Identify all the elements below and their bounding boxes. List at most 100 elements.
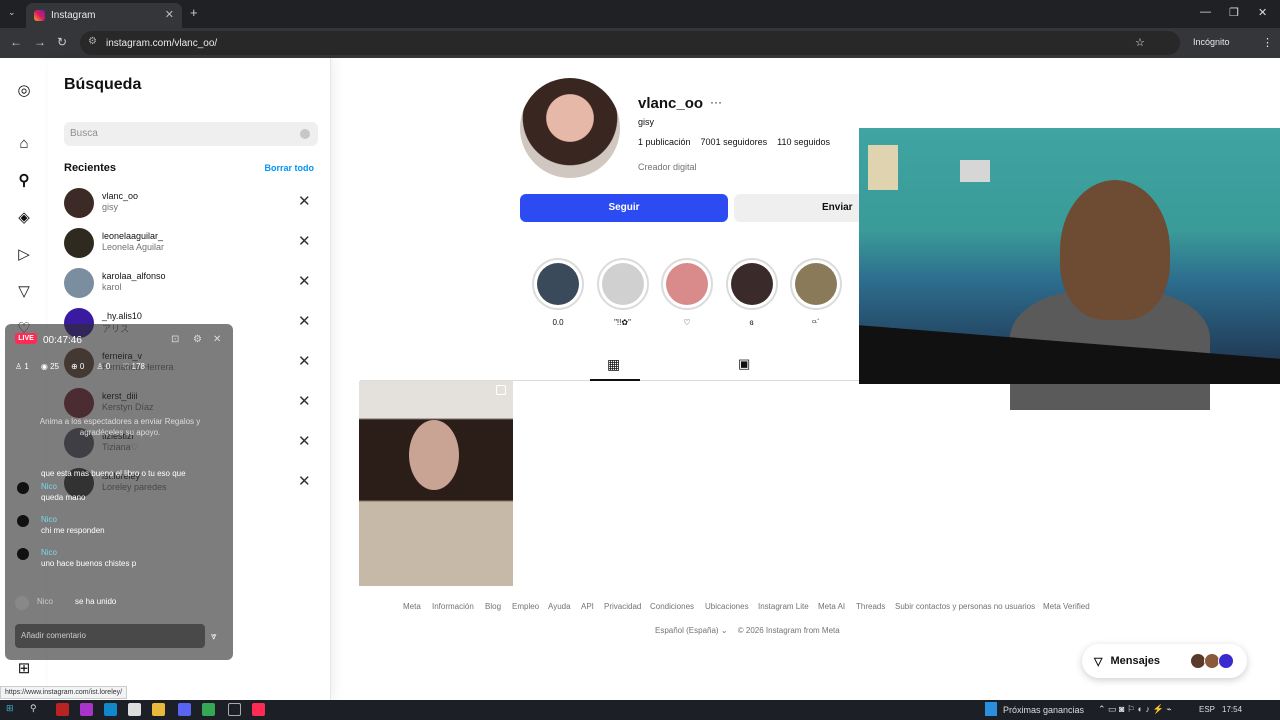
url-field[interactable]: ⚙ instagram.com/vlanc_oo/ ☆ — [80, 31, 1180, 55]
clock[interactable]: 17:54 — [1222, 705, 1242, 714]
app-icon[interactable] — [56, 703, 69, 716]
reels-tab-icon[interactable]: ▣ — [738, 356, 750, 372]
remove-recent-icon[interactable]: ✕ — [298, 312, 311, 330]
clear-search-icon[interactable] — [300, 129, 310, 139]
tiktok-icon[interactable] — [252, 703, 265, 716]
start-icon[interactable]: ⊞ — [6, 703, 19, 716]
footer-link[interactable]: Ubicaciones — [705, 602, 749, 611]
live-comment: Nico queda mano — [17, 482, 227, 506]
recent-search-item[interactable]: karolaa_alfonso karol ✕ — [48, 264, 331, 304]
close-overlay-icon[interactable]: ✕ — [213, 334, 221, 345]
footer-link[interactable]: Privacidad — [604, 602, 641, 611]
lock-icon[interactable]: ⊡ — [171, 334, 179, 345]
back-icon[interactable]: ← — [10, 35, 22, 49]
messages-pill-button[interactable]: ▽ Mensajes — [1082, 644, 1247, 678]
store-icon[interactable] — [128, 703, 141, 716]
footer-link[interactable]: API — [581, 602, 594, 611]
footer-link[interactable]: Información — [432, 602, 474, 611]
discord-icon[interactable] — [178, 703, 191, 716]
avatar — [64, 228, 94, 258]
search-input[interactable]: Busca — [64, 122, 318, 146]
posts-grid-tab-icon[interactable]: ▦ — [607, 356, 620, 373]
footer-link[interactable]: Threads — [856, 602, 885, 611]
maximize-icon[interactable]: ❐ — [1229, 6, 1239, 19]
live-stat: ♙ 1 — [15, 362, 29, 371]
language-selector[interactable]: Español (España) — [655, 626, 719, 635]
reload-icon[interactable]: ↻ — [57, 35, 67, 49]
join-text: se ha unido — [75, 597, 117, 606]
more-apps-icon[interactable]: ⊞ — [14, 658, 34, 678]
footer-link[interactable]: Blog — [485, 602, 501, 611]
app-icon[interactable] — [228, 703, 241, 716]
live-comment-input[interactable]: Añadir comentario — [15, 624, 205, 648]
search-panel-title: Búsqueda — [64, 76, 142, 93]
footer-link[interactable]: Meta — [403, 602, 421, 611]
footer-link[interactable]: Meta AI — [818, 602, 845, 611]
remove-recent-icon[interactable]: ✕ — [298, 232, 311, 250]
tab-instagram[interactable]: Instagram ✕ — [26, 3, 182, 28]
recent-search-item[interactable]: leonelaaguilar_ Leonela Aguilar ✕ — [48, 224, 331, 264]
highlight-cover — [730, 263, 773, 305]
profile-avatar[interactable] — [520, 78, 620, 178]
footer-link[interactable]: Condiciones — [650, 602, 694, 611]
story-highlight[interactable] — [596, 258, 649, 310]
browser-tab-bar: ⌄ Instagram ✕ + — ❐ ✕ — [0, 0, 1280, 28]
following-count[interactable]: 110 seguidos — [777, 137, 830, 147]
comment-text: chi me responden — [41, 526, 105, 535]
join-avatar — [15, 596, 29, 610]
story-highlight[interactable] — [661, 258, 713, 310]
tray-icons[interactable]: ⌃ ▭ ◙ ⚐ ◐ ♪ ⚡ ⌁ — [1098, 704, 1172, 715]
new-tab-button[interactable]: + — [190, 5, 198, 20]
send-comment-icon[interactable]: ⩔ — [211, 631, 217, 642]
remove-recent-icon[interactable]: ✕ — [298, 352, 311, 370]
close-tab-icon[interactable]: ✕ — [165, 8, 174, 21]
settings-icon[interactable]: ⚙ — [193, 334, 202, 345]
app-icon[interactable] — [80, 703, 93, 716]
footer-link[interactable]: Subir contactos y personas no usuarios — [895, 602, 1035, 611]
remove-recent-icon[interactable]: ✕ — [298, 192, 311, 210]
footer-link[interactable]: Ayuda — [548, 602, 571, 611]
footer-link[interactable]: Empleo — [512, 602, 539, 611]
remove-recent-icon[interactable]: ✕ — [298, 392, 311, 410]
file-explorer-icon[interactable] — [152, 703, 165, 716]
search-icon[interactable]: ⚲ — [30, 703, 43, 716]
story-highlight[interactable] — [532, 258, 584, 310]
search-icon[interactable]: ⚲ — [14, 170, 34, 190]
incognito-label[interactable]: Incógnito — [1193, 37, 1230, 47]
story-highlight[interactable] — [790, 258, 842, 310]
reels-icon[interactable]: ▷ — [14, 244, 34, 264]
highlight-label: ɞ — [749, 318, 754, 327]
recent-search-item[interactable]: vlanc_oo gisy ✕ — [48, 184, 331, 224]
profile-options-icon[interactable]: ··· — [710, 95, 722, 109]
home-icon[interactable]: ⌂ — [14, 133, 34, 153]
edge-icon[interactable] — [104, 703, 117, 716]
tab-list-icon[interactable]: ⌄ — [8, 7, 16, 18]
remove-recent-icon[interactable]: ✕ — [298, 432, 311, 450]
browser-menu-icon[interactable]: ⋮ — [1262, 36, 1273, 49]
send-icon: ▽ — [1094, 655, 1103, 668]
profile-category: Creador digital — [638, 162, 697, 172]
footer-link[interactable]: Instagram Lite — [758, 602, 809, 611]
chrome-icon[interactable] — [202, 703, 215, 716]
clear-all-recents-button[interactable]: Borrar todo — [265, 163, 315, 173]
close-window-icon[interactable]: ✕ — [1258, 6, 1267, 19]
earnings-label[interactable]: Próximas ganancias — [1003, 705, 1084, 715]
footer-link[interactable]: Meta Verified — [1043, 602, 1090, 611]
avatar — [1218, 653, 1234, 669]
forward-icon[interactable]: → — [34, 35, 46, 49]
instagram-logo-icon[interactable]: ◎ — [14, 80, 34, 100]
keyboard-language[interactable]: ESP — [1199, 705, 1215, 714]
chevron-down-icon: ⌄ — [720, 626, 730, 635]
send-message-button[interactable]: Enviar mensaje — [734, 194, 874, 222]
followers-count[interactable]: 7001 seguidores — [701, 137, 768, 147]
follow-button[interactable]: Seguir — [520, 194, 728, 222]
explore-icon[interactable]: ◈ — [14, 207, 34, 227]
remove-recent-icon[interactable]: ✕ — [298, 472, 311, 490]
minimize-icon[interactable]: — — [1200, 6, 1211, 18]
site-info-icon[interactable]: ⚙ — [88, 36, 97, 47]
remove-recent-icon[interactable]: ✕ — [298, 272, 311, 290]
messages-icon[interactable]: ▽ — [14, 281, 34, 301]
bookmark-star-icon[interactable]: ☆ — [1135, 36, 1145, 49]
story-highlight[interactable] — [725, 258, 778, 310]
comment-author: Nico — [41, 515, 58, 524]
